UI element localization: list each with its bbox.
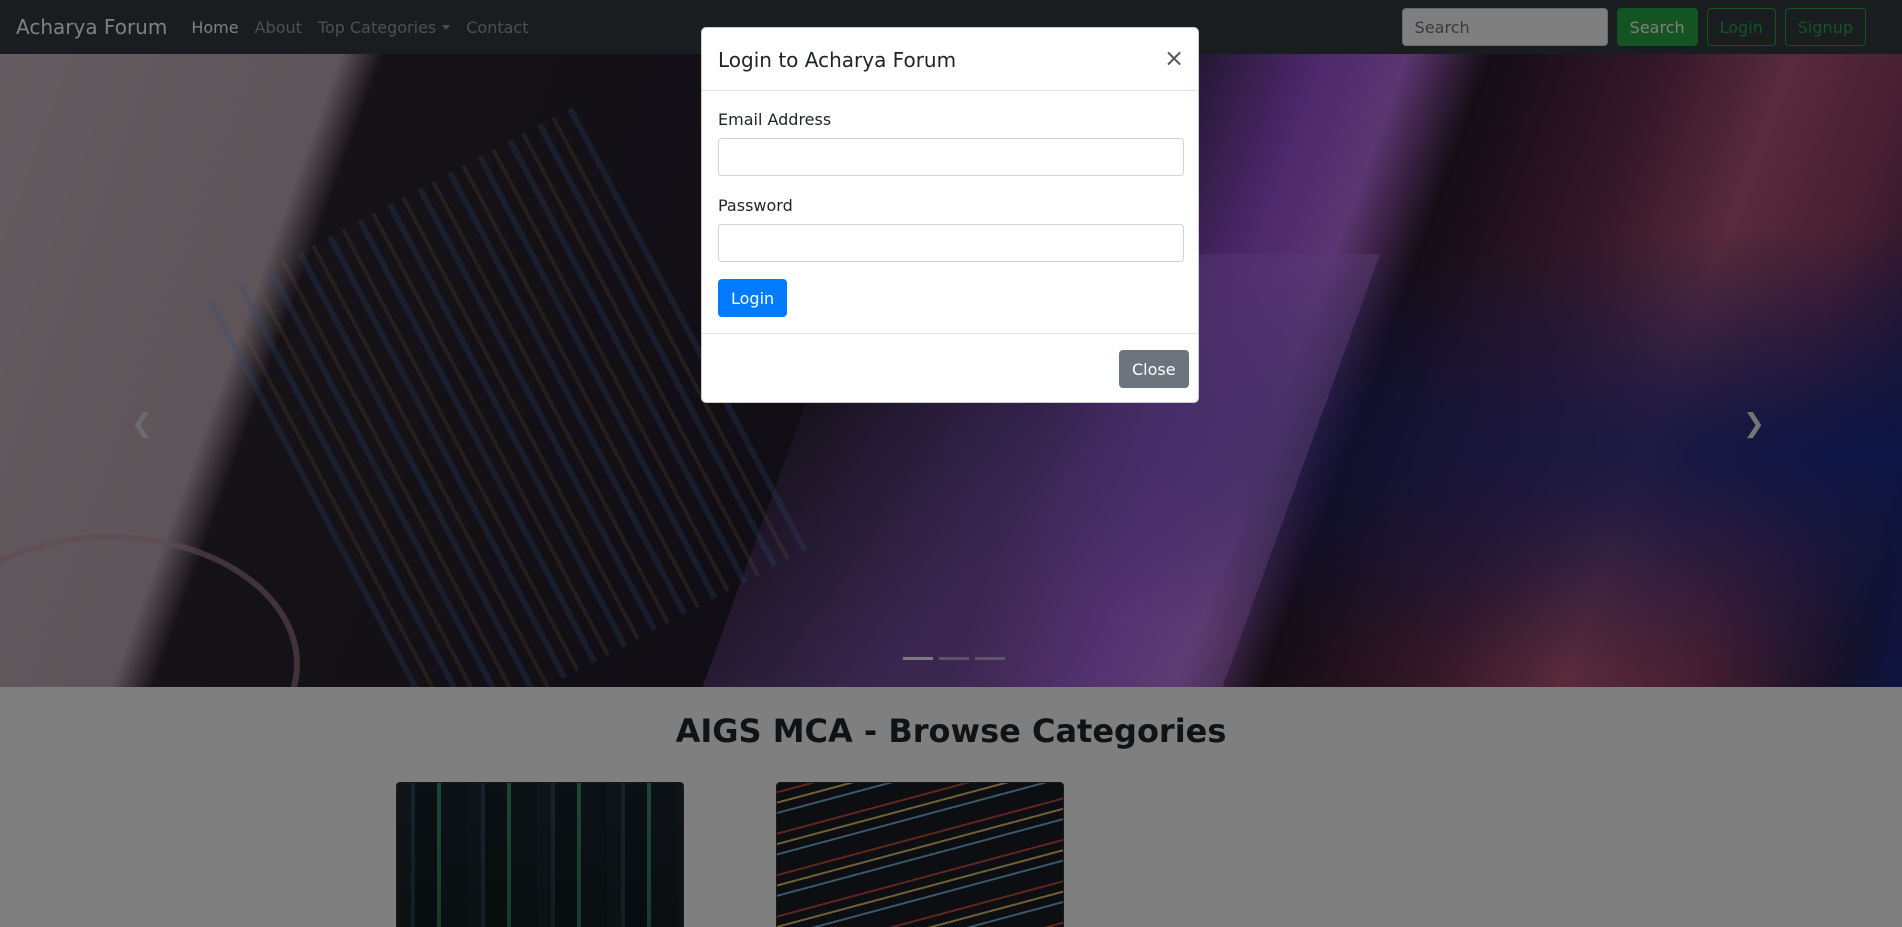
modal-footer: Close xyxy=(702,333,1198,402)
password-field[interactable] xyxy=(718,224,1184,262)
login-modal: Login to Acharya Forum × Email Address P… xyxy=(701,27,1199,403)
email-label: Email Address xyxy=(718,110,832,129)
modal-title: Login to Acharya Forum xyxy=(718,48,957,72)
close-icon[interactable]: × xyxy=(1164,46,1184,70)
password-label: Password xyxy=(718,196,793,215)
modal-close-button[interactable]: Close xyxy=(1119,350,1189,388)
modal-login-button[interactable]: Login xyxy=(718,279,788,317)
modal-header: Login to Acharya Forum × xyxy=(702,28,1198,91)
email-field[interactable] xyxy=(718,138,1184,176)
